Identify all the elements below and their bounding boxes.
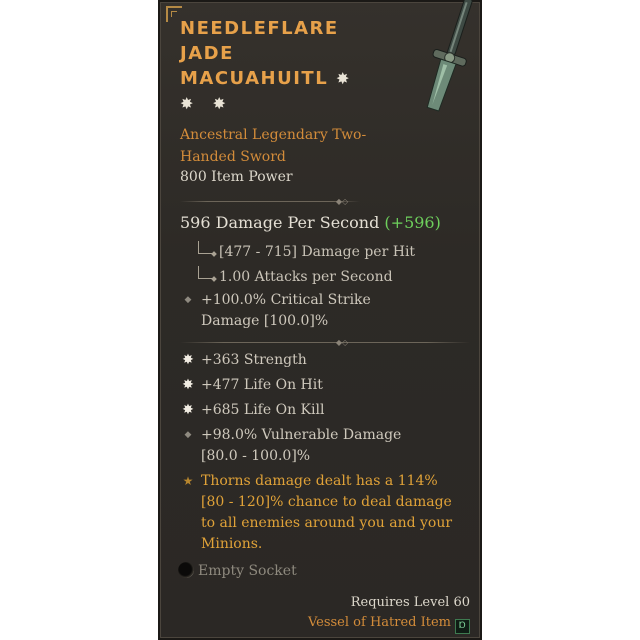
vessel-of-hatred-icon: Ɒ [455, 619, 470, 634]
greater-affix-star-icon: ✸ [180, 94, 194, 113]
legendary-aspect: ★ Thorns damage dealt has a 114% [80 - 1… [180, 471, 465, 555]
affix-row: ◆ +98.0% Vulnerable Damage [80.0 - 100.0… [180, 425, 430, 467]
damage-per-hit-text: [477 - 715] Damage per Hit [219, 244, 416, 260]
affix-text: +98.0% Vulnerable Damage [80.0 - 100.0]% [201, 427, 402, 464]
affix-row: ✸ +685 Life On Kill [180, 400, 470, 421]
damage-per-second: 596 Damage Per Second (+596) [180, 213, 441, 232]
attacks-per-second-text: 1.00 Attacks per Second [219, 269, 393, 285]
greater-affix-stars: ✸ ✸ [180, 94, 240, 113]
dps-gain: (+596) [384, 213, 441, 232]
greater-affix-star-icon: ✸ [182, 352, 194, 368]
affix-dot-icon: ◆ [184, 430, 192, 440]
item-name-line: MACUAHUITL [180, 68, 329, 89]
implicit-affix: ◆ +100.0% Critical Strike Damage [100.0]… [180, 290, 420, 332]
divider: ◆◇ [180, 197, 360, 206]
expansion-tag: Vessel of Hatred Item Ɒ [308, 615, 470, 634]
item-tooltip: NEEDLEFLARE JADE MACUAHUITL ✸ ✸ ✸ Ancest… [158, 0, 482, 640]
item-type-line: Ancestral Legendary Two-Handed Sword [180, 127, 367, 165]
empty-socket-icon [178, 562, 194, 578]
affix-dot-icon: ◆ [184, 295, 192, 305]
affix-text: +363 Strength [201, 352, 307, 368]
greater-affix-star-icon: ✸ [182, 402, 194, 418]
attacks-per-second: 1.00 Attacks per Second [198, 266, 393, 285]
affix-text: +685 Life On Kill [201, 402, 325, 418]
stat-branch-icon [198, 241, 213, 254]
legendary-aspect-text: Thorns damage dealt has a 114% [80 - 120… [201, 473, 453, 552]
level-requirement: Requires Level 60 [350, 595, 470, 610]
macuahuitl-sword-icon [426, 0, 473, 112]
affix-row: ✸ +477 Life On Hit [180, 375, 470, 396]
item-name-line: JADE [180, 43, 234, 64]
greater-affix-star-icon: ✸ [335, 69, 351, 88]
divider: ◆◇ [180, 338, 470, 347]
greater-affix-star-icon: ✸ [182, 377, 194, 393]
greater-affix-star-icon: ✸ [212, 94, 226, 113]
expansion-text: Vessel of Hatred Item [307, 615, 451, 630]
item-name-line: NEEDLEFLARE [180, 18, 339, 39]
item-power: 800 Item Power [180, 169, 293, 185]
dps-value: 596 Damage Per Second [180, 213, 380, 232]
stat-branch-icon [198, 266, 213, 279]
item-name: NEEDLEFLARE JADE MACUAHUITL ✸ [180, 16, 351, 91]
empty-socket-text: Empty Socket [198, 563, 297, 579]
affix-row: ✸ +363 Strength [180, 350, 470, 371]
implicit-affix-text: +100.0% Critical Strike Damage [100.0]% [201, 292, 371, 329]
legendary-aspect-icon: ★ [182, 474, 194, 488]
damage-per-hit: [477 - 715] Damage per Hit [198, 241, 415, 260]
divider-gem-icon: ◆◇ [335, 197, 349, 206]
empty-socket: Empty Socket [178, 562, 297, 579]
divider-gem-icon: ◆◇ [335, 338, 349, 347]
affix-text: +477 Life On Hit [201, 377, 323, 393]
